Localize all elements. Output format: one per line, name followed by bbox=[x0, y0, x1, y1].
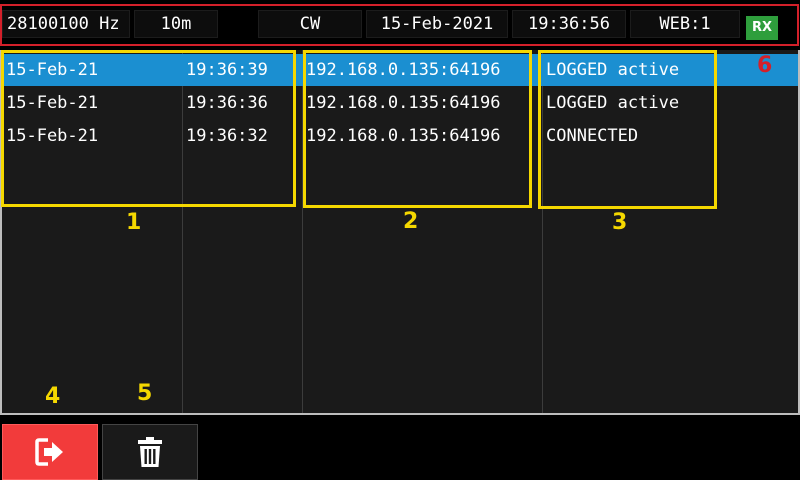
annotation-number: 5 bbox=[137, 381, 153, 406]
status-highlight bbox=[538, 50, 717, 209]
annotation-number: 6 bbox=[757, 53, 773, 78]
annotation-number: 1 bbox=[126, 210, 142, 235]
address-highlight bbox=[303, 50, 532, 208]
status-bar-highlight bbox=[0, 4, 799, 46]
exit-button[interactable] bbox=[2, 424, 98, 480]
annotation-number: 4 bbox=[45, 384, 61, 409]
trash-icon bbox=[138, 437, 162, 467]
annotation-number: 3 bbox=[612, 210, 628, 235]
annotation-number: 2 bbox=[403, 209, 419, 234]
date-time-highlight bbox=[1, 50, 296, 207]
delete-button[interactable] bbox=[102, 424, 198, 480]
sign-out-icon bbox=[35, 438, 63, 466]
